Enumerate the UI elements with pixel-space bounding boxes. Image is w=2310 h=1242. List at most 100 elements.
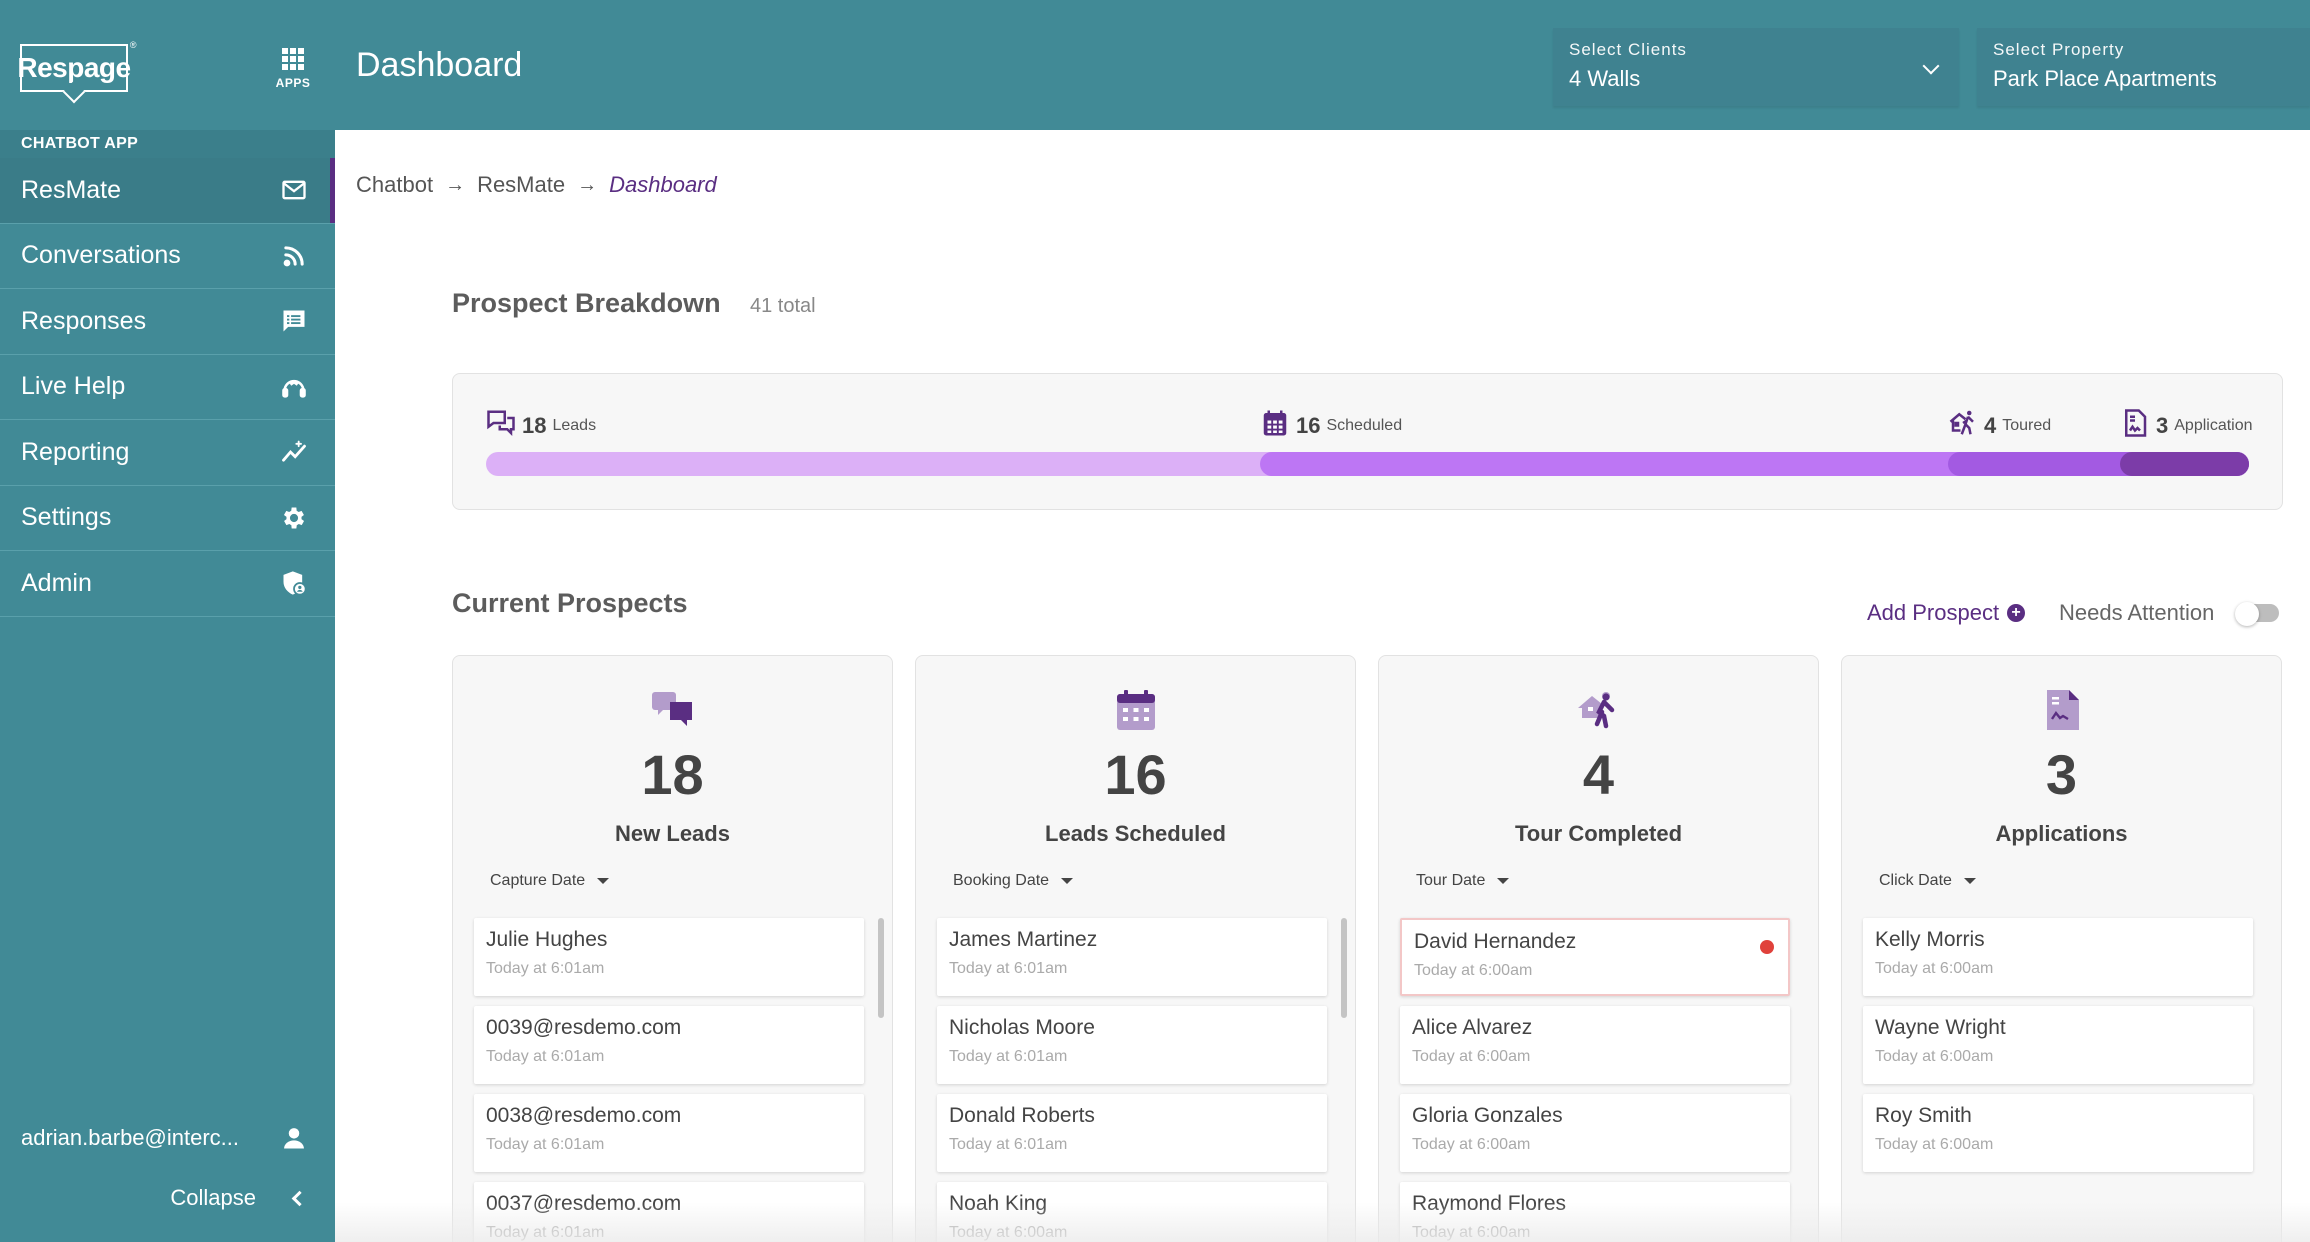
list-item-needs-attention[interactable]: David Hernandez Today at 6:00am (1400, 918, 1790, 996)
list-item[interactable]: 0038@resdemo.com Today at 6:01am (474, 1094, 864, 1172)
top-header: Respage ® APPS Dashboard Select Clients … (0, 0, 2310, 130)
needs-attention-toggle[interactable] (2235, 602, 2279, 626)
gear-icon (278, 502, 310, 534)
prospect-name: Nicholas Moore (949, 1016, 1095, 1039)
sidebar-item-label: Live Help (21, 372, 126, 401)
select-property-dropdown[interactable]: Select Property Park Place Apartments (1977, 28, 2310, 106)
registered-mark: ® (129, 40, 137, 50)
current-prospects-title: Current Prospects (452, 588, 688, 618)
list-item[interactable]: Alice Alvarez Today at 6:00am (1400, 1006, 1790, 1084)
prospect-list: Kelly Morris Today at 6:00am Wayne Wright… (1863, 918, 2253, 1182)
respage-logo[interactable]: Respage ® (17, 40, 137, 92)
user-icon (278, 1122, 310, 1154)
main-content: Chatbot → ResMate → Dashboard Prospect B… (335, 130, 2310, 1242)
attention-dot-icon (1760, 940, 1774, 954)
prospect-name: Raymond Flores (1412, 1192, 1567, 1215)
calendar-icon (1113, 688, 1159, 732)
caret-down-icon (1963, 878, 1976, 884)
list-item[interactable]: Wayne Wright Today at 6:00am (1863, 1006, 2253, 1084)
rss-icon (278, 240, 310, 272)
column-title: Leads Scheduled (1045, 821, 1226, 846)
chat-bubbles-icon (486, 408, 516, 443)
prospect-time: Today at 6:00am (1412, 1136, 1531, 1153)
column-applications: 3 Applications Click Date Kelly Morris To… (1841, 655, 2282, 1242)
sidebar-item-settings[interactable]: Settings (0, 486, 335, 551)
prospect-time: Today at 6:00am (1875, 1136, 1994, 1153)
sidebar-item-conversations[interactable]: Conversations (0, 224, 335, 289)
select-property-label: Select Property (1993, 40, 2125, 59)
sort-dropdown[interactable]: Booking Date (953, 872, 1074, 890)
breadcrumb-arrow-icon: → (577, 173, 598, 196)
prospect-name: Kelly Morris (1875, 928, 1985, 951)
add-prospect-label: Add Prospect (1867, 600, 2000, 625)
sort-dropdown[interactable]: Click Date (1879, 872, 1976, 890)
user-account[interactable]: adrian.barbe@interc... (0, 1114, 335, 1162)
needs-attention-label: Needs Attention (2059, 600, 2215, 625)
column-count: 16 (1104, 743, 1167, 806)
document-sign-icon (2120, 408, 2150, 443)
list-item[interactable]: Gloria Gonzales Today at 6:00am (1400, 1094, 1790, 1172)
breakdown-scheduled-count: 16 (1296, 412, 1321, 438)
prospect-funnel-bar (486, 452, 2249, 476)
sidebar-item-responses[interactable]: Responses (0, 289, 335, 355)
breakdown-application-text: Application (2174, 416, 2253, 434)
plus-circle-icon: + (2007, 604, 2026, 622)
sidebar-item-admin[interactable]: Admin (0, 551, 335, 617)
prospect-breakdown-card: 18 Leads 16 Scheduled 4 Toured 3 Applica… (452, 373, 2283, 510)
user-email: adrian.barbe@interc... (21, 1125, 240, 1150)
prospect-time: Today at 6:01am (486, 1224, 605, 1241)
list-item[interactable]: Raymond Flores Today at 6:00am (1400, 1182, 1790, 1242)
sort-dropdown[interactable]: Capture Date (490, 872, 610, 890)
list-scrollbar[interactable] (878, 918, 884, 1018)
list-item[interactable]: James Martinez Today at 6:01am (937, 918, 1327, 996)
sidebar-item-label: Admin (21, 568, 92, 597)
breakdown-toured-count: 4 (1984, 412, 1997, 438)
sort-label: Booking Date (953, 872, 1050, 889)
funnel-segment-application (2120, 452, 2249, 476)
breakdown-leads-count: 18 (522, 412, 547, 438)
column-title: Applications (1995, 821, 2128, 846)
sort-label: Tour Date (1416, 872, 1486, 889)
list-item[interactable]: Donald Roberts Today at 6:01am (937, 1094, 1327, 1172)
calendar-icon (1260, 408, 1290, 443)
list-item[interactable]: Nicholas Moore Today at 6:01am (937, 1006, 1327, 1084)
list-item[interactable]: 0039@resdemo.com Today at 6:01am (474, 1006, 864, 1084)
sidebar-item-label: Reporting (21, 437, 130, 466)
toggle-knob (2235, 602, 2259, 626)
breadcrumb-chatbot[interactable]: Chatbot (356, 172, 433, 198)
prospect-list: David Hernandez Today at 6:00am Alice Alv… (1400, 918, 1790, 1242)
prospect-time: Today at 6:01am (949, 960, 1068, 977)
collapse-sidebar-button[interactable]: Collapse (0, 1178, 335, 1218)
chevron-left-icon (291, 1190, 308, 1206)
breakdown-application-count: 3 (2156, 412, 2169, 438)
house-walk-icon (1948, 408, 1978, 443)
apps-button[interactable]: APPS (270, 48, 316, 90)
sidebar: CHATBOT APP ResMate Conversations Respon… (0, 130, 335, 1242)
list-scrollbar[interactable] (1341, 918, 1347, 1018)
list-item[interactable]: Noah King Today at 6:00am (937, 1182, 1327, 1242)
list-item[interactable]: 0037@resdemo.com Today at 6:01am (474, 1182, 864, 1242)
list-item[interactable]: Julie Hughes Today at 6:01am (474, 918, 864, 996)
sidebar-item-label: Responses (21, 306, 147, 335)
breadcrumb-resmate[interactable]: ResMate (477, 172, 565, 198)
sidebar-item-reporting[interactable]: Reporting (0, 420, 335, 486)
list-item[interactable]: Kelly Morris Today at 6:00am (1863, 918, 2253, 996)
prospect-name: Julie Hughes (486, 928, 608, 951)
column-count: 18 (641, 743, 704, 806)
apps-grid-icon (282, 48, 304, 70)
add-prospect-button[interactable]: Add Prospect + (1867, 600, 2026, 626)
sidebar-section-label: CHATBOT APP (0, 130, 335, 158)
sort-dropdown[interactable]: Tour Date (1416, 872, 1510, 890)
caret-down-icon (597, 878, 610, 884)
breadcrumb-arrow-icon: → (445, 173, 466, 196)
prospect-time: Today at 6:01am (949, 1048, 1068, 1065)
sidebar-item-label: Settings (21, 503, 112, 532)
message-list-icon (278, 305, 310, 337)
select-clients-dropdown[interactable]: Select Clients 4 Walls (1553, 28, 1959, 106)
sidebar-item-resmate[interactable]: ResMate (0, 158, 335, 224)
breakdown-application-label: 3 Application (2120, 408, 2253, 443)
chart-sparkle-icon (278, 436, 310, 468)
breakdown-scheduled-label: 16 Scheduled (1260, 408, 1402, 443)
sidebar-item-live-help[interactable]: Live Help (0, 355, 335, 420)
list-item[interactable]: Roy Smith Today at 6:00am (1863, 1094, 2253, 1172)
